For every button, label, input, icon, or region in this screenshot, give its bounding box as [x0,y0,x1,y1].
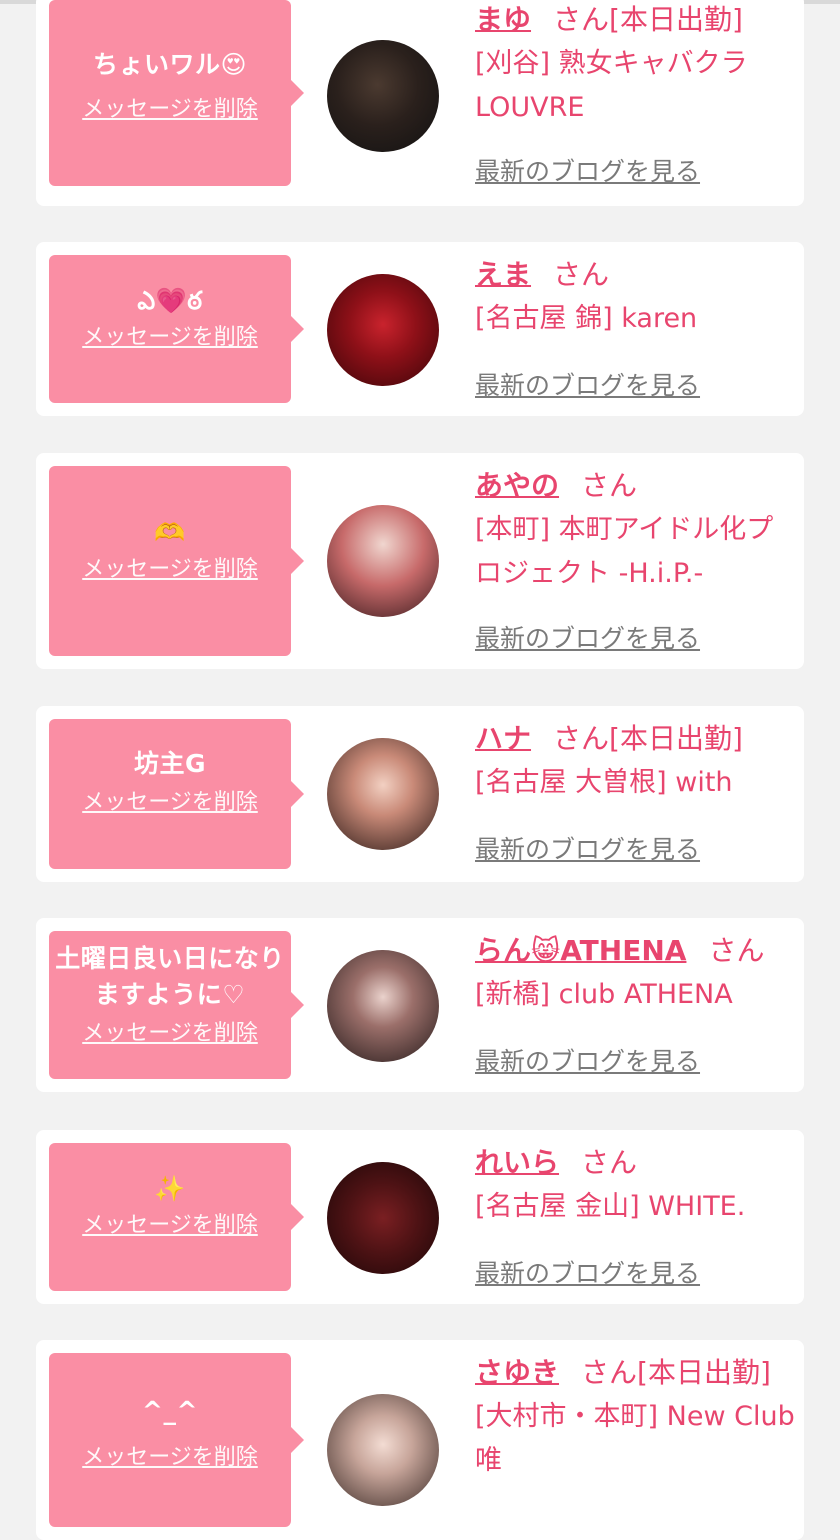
honorific-label: さん [553,722,610,755]
delete-message-link[interactable]: メッセージを削除 [82,1019,258,1049]
latest-blog-link[interactable]: 最新のブログを見る [475,152,700,188]
shop-label: [本町] 本町アイドル化プロジェクト -H.i.P.- [475,514,774,589]
profile-info: えま さん [名古屋 錦] karen [475,253,795,341]
avatar[interactable] [327,1394,439,1506]
profile-info: まゆ さん[本日出勤] [刈谷] 熟女キャバクラLOUVRE [475,0,795,130]
profile-name-link[interactable]: らん😸ATHENA [475,934,686,967]
avatar[interactable] [327,1162,439,1274]
status-badge: [本日出勤] [609,3,743,36]
list-item: 坊主G メッセージを削除 ハナ さん[本日出勤] [名古屋 大曽根] with 最… [36,706,804,882]
status-badge: [本日出勤] [609,722,743,755]
shop-label: [新橋] club ATHENA [475,979,733,1010]
latest-blog-link[interactable]: 最新のブログを見る [475,366,700,402]
delete-message-link[interactable]: メッセージを削除 [82,555,258,585]
delete-message-link[interactable]: メッセージを削除 [82,1443,258,1473]
avatar[interactable] [327,738,439,850]
name-line: れいら さん [475,1141,795,1185]
message-bubble: ^_^ メッセージを削除 [49,1353,304,1527]
list-item: ちょいワル😍 メッセージを削除 まゆ さん[本日出勤] [刈谷] 熟女キャバクラL… [36,0,804,206]
message-bubble: ✨ メッセージを削除 [49,1143,304,1291]
name-line: さゆき さん[本日出勤] [475,1351,795,1395]
message-text: 🫶 [154,518,186,547]
shop-label: [名古屋 金山] WHITE. [475,1191,746,1222]
profile-name-link[interactable]: まゆ [475,3,531,36]
shop-label: [名古屋 大曽根] with [475,767,733,798]
shop-label: [大村市・本町] New Club 唯 [475,1401,795,1476]
message-text: ఎ💗ఠ [137,286,203,315]
avatar[interactable] [327,950,439,1062]
profile-name-link[interactable]: さゆき [475,1356,559,1389]
avatar[interactable] [327,40,439,152]
message-bubble: ఎ💗ఠ メッセージを削除 [49,255,304,403]
message-text: 土曜日良い日になりますように♡ [55,944,285,1009]
list-item: ✨ メッセージを削除 れいら さん [名古屋 金山] WHITE. 最新のブログを… [36,1130,804,1304]
message-bubble: 坊主G メッセージを削除 [49,719,304,869]
honorific-label: さん [581,1356,638,1389]
name-line: ハナ さん[本日出勤] [475,717,795,761]
honorific-label: さん [581,469,638,502]
profile-info: れいら さん [名古屋 金山] WHITE. [475,1141,795,1229]
honorific-label: さん [553,258,610,291]
delete-message-link[interactable]: メッセージを削除 [82,1211,258,1241]
message-bubble: 土曜日良い日になりますように♡ メッセージを削除 [49,931,304,1079]
latest-blog-link[interactable]: 最新のブログを見る [475,1254,700,1290]
profile-name-link[interactable]: えま [475,258,531,291]
profile-name-link[interactable]: れいら [475,1146,559,1179]
delete-message-link[interactable]: メッセージを削除 [82,788,258,818]
shop-label: [刈谷] 熟女キャバクラLOUVRE [475,48,748,123]
list-item: ఎ💗ఠ メッセージを削除 えま さん [名古屋 錦] karen 最新のブログを見… [36,242,804,416]
profile-info: あやの さん [本町] 本町アイドル化プロジェクト -H.i.P.- [475,464,795,596]
profile-name-link[interactable]: ハナ [475,722,531,755]
honorific-label: さん [581,1146,638,1179]
latest-blog-link[interactable]: 最新のブログを見る [475,830,700,866]
message-bubble: ちょいワル😍 メッセージを削除 [49,0,304,186]
message-text: 坊主G [133,749,207,778]
avatar[interactable] [327,505,439,617]
delete-message-link[interactable]: メッセージを削除 [82,95,258,125]
profile-info: さゆき さん[本日出勤] [大村市・本町] New Club 唯 [475,1351,795,1483]
list-item: 土曜日良い日になりますように♡ メッセージを削除 らん😸ATHENA さん [新橋… [36,918,804,1092]
delete-message-link[interactable]: メッセージを削除 [82,323,258,353]
list-item: 🫶 メッセージを削除 あやの さん [本町] 本町アイドル化プロジェクト -H.i… [36,453,804,669]
honorific-label: さん [553,3,610,36]
latest-blog-link[interactable]: 最新のブログを見る [475,619,700,655]
name-line: えま さん [475,253,795,297]
status-badge: [本日出勤] [637,1356,771,1389]
name-line: らん😸ATHENA さん [475,929,795,973]
avatar[interactable] [327,274,439,386]
message-text: ^_^ [142,1396,198,1425]
name-line: あやの さん [475,464,795,508]
list-item: ^_^ メッセージを削除 さゆき さん[本日出勤] [大村市・本町] New Cl… [36,1340,804,1540]
latest-blog-link[interactable]: 最新のブログを見る [475,1042,700,1078]
profile-info: らん😸ATHENA さん [新橋] club ATHENA [475,929,795,1017]
shop-label: [名古屋 錦] karen [475,303,698,334]
profile-name-link[interactable]: あやの [475,469,559,502]
profile-info: ハナ さん[本日出勤] [名古屋 大曽根] with [475,717,795,805]
message-text: ✨ [154,1174,186,1203]
name-line: まゆ さん[本日出勤] [475,0,795,42]
message-bubble: 🫶 メッセージを削除 [49,466,304,656]
honorific-label: さん [708,934,765,967]
message-text: ちょいワル😍 [92,50,248,79]
